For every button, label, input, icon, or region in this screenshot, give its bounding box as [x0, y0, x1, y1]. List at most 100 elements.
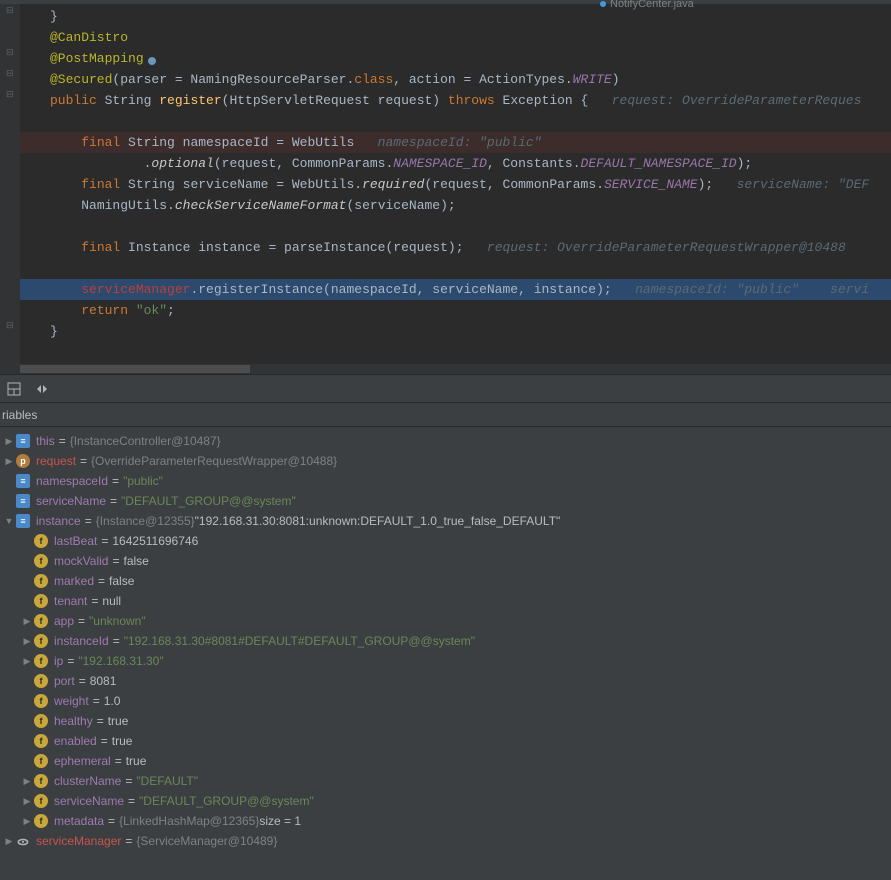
variable-row[interactable]: prequest={OverrideParameterRequestWrappe…	[0, 451, 891, 471]
equals-sign: =	[79, 671, 86, 691]
layout-icon[interactable]	[6, 381, 22, 397]
variable-row[interactable]: ≡instance={Instance@12355} "192.168.31.3…	[0, 511, 891, 531]
code-line[interactable]: return "ok";	[20, 300, 891, 321]
gutter-nav-icon[interactable]	[146, 53, 158, 65]
equals-sign: =	[113, 631, 120, 651]
variable-value: {Instance@12355}	[96, 511, 195, 531]
code-line[interactable]	[20, 258, 891, 279]
variable-row[interactable]: fmetadata={LinkedHashMap@12365} size = 1	[0, 811, 891, 831]
code-line[interactable]: @PostMapping	[20, 48, 891, 69]
expand-arrow-icon[interactable]	[20, 611, 34, 631]
scrollbar-thumb[interactable]	[20, 365, 250, 373]
code-line[interactable]: @Secured(parser = NamingResourceParser.c…	[20, 69, 891, 90]
expand-arrow-icon[interactable]	[20, 771, 34, 791]
variable-type-icon: f	[34, 714, 48, 728]
equals-sign: =	[93, 691, 100, 711]
restore-icon[interactable]	[34, 381, 50, 397]
code-line[interactable]: .optional(request, CommonParams.NAMESPAC…	[20, 153, 891, 174]
code-line[interactable]: final Instance instance = parseInstance(…	[20, 237, 891, 258]
variable-row[interactable]: fmockValid=false	[0, 551, 891, 571]
code-line[interactable]	[20, 111, 891, 132]
fold-icon[interactable]: ⊟	[6, 69, 14, 79]
variable-row[interactable]: fclusterName="DEFAULT"	[0, 771, 891, 791]
variable-row[interactable]: fhealthy=true	[0, 711, 891, 731]
variable-row[interactable]: ≡serviceName="DEFAULT_GROUP@@system"	[0, 491, 891, 511]
code-content[interactable]: } @CanDistro @PostMapping @Secured(parse…	[20, 4, 891, 364]
variable-name: marked	[54, 571, 94, 591]
variable-name: serviceName	[54, 791, 124, 811]
variable-row[interactable]: fapp="unknown"	[0, 611, 891, 631]
equals-sign: =	[128, 791, 135, 811]
equals-sign: =	[101, 731, 108, 751]
expand-arrow-icon[interactable]	[2, 431, 16, 451]
code-line[interactable]: final String namespaceId = WebUtils name…	[20, 132, 891, 153]
variable-type-icon: ≡	[16, 494, 30, 508]
variable-type-icon: ᯣ	[16, 834, 30, 848]
code-editor[interactable]: ⊟ ⊟ ⊟ ⊟ ⊟ } @CanDistro @PostMapping @Sec…	[0, 4, 891, 364]
variable-type-icon: p	[16, 454, 30, 468]
variable-value: true	[112, 731, 133, 751]
variable-row[interactable]: ≡namespaceId="public"	[0, 471, 891, 491]
variable-row[interactable]: fserviceName="DEFAULT_GROUP@@system"	[0, 791, 891, 811]
variable-type-icon: ≡	[16, 434, 30, 448]
variable-name: enabled	[54, 731, 97, 751]
variable-value: {LinkedHashMap@12365}	[119, 811, 259, 831]
equals-sign: =	[97, 711, 104, 731]
variable-row[interactable]: fport=8081	[0, 671, 891, 691]
variable-value: 1.0	[104, 691, 121, 711]
variable-name: ip	[54, 651, 63, 671]
variable-type-icon: ≡	[16, 474, 30, 488]
expand-arrow-icon[interactable]	[20, 791, 34, 811]
code-line[interactable]: @CanDistro	[20, 27, 891, 48]
variable-row[interactable]: ᯣserviceManager={ServiceManager@10489}	[0, 831, 891, 851]
expand-arrow-icon[interactable]	[2, 511, 16, 531]
variable-row[interactable]: ≡this={InstanceController@10487}	[0, 431, 891, 451]
expand-arrow-icon[interactable]	[20, 631, 34, 651]
equals-sign: =	[101, 531, 108, 551]
variable-tree[interactable]: ≡this={InstanceController@10487}prequest…	[0, 427, 891, 855]
variables-tab[interactable]: riables	[0, 403, 891, 427]
fold-icon[interactable]: ⊟	[6, 6, 14, 16]
code-line[interactable]: public String register(HttpServletReques…	[20, 90, 891, 111]
variable-value-extra: "192.168.31.30:8081:unknown:DEFAULT_1.0_…	[195, 511, 561, 531]
variable-name: mockValid	[54, 551, 108, 571]
variable-row[interactable]: ftenant=null	[0, 591, 891, 611]
variable-value: false	[123, 551, 148, 571]
expand-arrow-icon[interactable]	[20, 811, 34, 831]
variable-value: "public"	[123, 471, 163, 491]
code-line[interactable]: }	[20, 6, 891, 27]
equals-sign: =	[67, 651, 74, 671]
variable-name: port	[54, 671, 75, 691]
expand-arrow-icon[interactable]	[2, 831, 16, 851]
variable-row[interactable]: fweight=1.0	[0, 691, 891, 711]
equals-sign: =	[115, 751, 122, 771]
expand-arrow-icon[interactable]	[2, 451, 16, 471]
equals-sign: =	[110, 491, 117, 511]
variable-row[interactable]: flastBeat=1642511696746	[0, 531, 891, 551]
variable-name: serviceManager	[36, 831, 121, 851]
gutter[interactable]: ⊟ ⊟ ⊟ ⊟ ⊟	[0, 4, 20, 364]
code-line[interactable]	[20, 216, 891, 237]
fold-icon[interactable]: ⊟	[6, 48, 14, 58]
variable-name: ephemeral	[54, 751, 111, 771]
horizontal-scrollbar[interactable]	[0, 364, 891, 374]
variable-type-icon: f	[34, 634, 48, 648]
variable-type-icon: f	[34, 594, 48, 608]
variable-row[interactable]: fmarked=false	[0, 571, 891, 591]
variable-type-icon: ≡	[16, 514, 30, 528]
equals-sign: =	[112, 551, 119, 571]
variable-type-icon: f	[34, 534, 48, 548]
variable-row[interactable]: finstanceId="192.168.31.30#8081#DEFAULT#…	[0, 631, 891, 651]
variable-row[interactable]: fip="192.168.31.30"	[0, 651, 891, 671]
variable-row[interactable]: fenabled=true	[0, 731, 891, 751]
expand-arrow-icon[interactable]	[20, 651, 34, 671]
fold-icon[interactable]: ⊟	[6, 90, 14, 100]
variable-row[interactable]: fephemeral=true	[0, 751, 891, 771]
fold-icon[interactable]: ⊟	[6, 321, 14, 331]
code-line[interactable]: final String serviceName = WebUtils.requ…	[20, 174, 891, 195]
variable-type-icon: f	[34, 614, 48, 628]
code-line[interactable]: NamingUtils.checkServiceNameFormat(servi…	[20, 195, 891, 216]
code-line[interactable]: }	[20, 321, 891, 342]
code-line-current[interactable]: serviceManager.registerInstance(namespac…	[20, 279, 891, 300]
variable-value: "DEFAULT_GROUP@@system"	[121, 491, 296, 511]
